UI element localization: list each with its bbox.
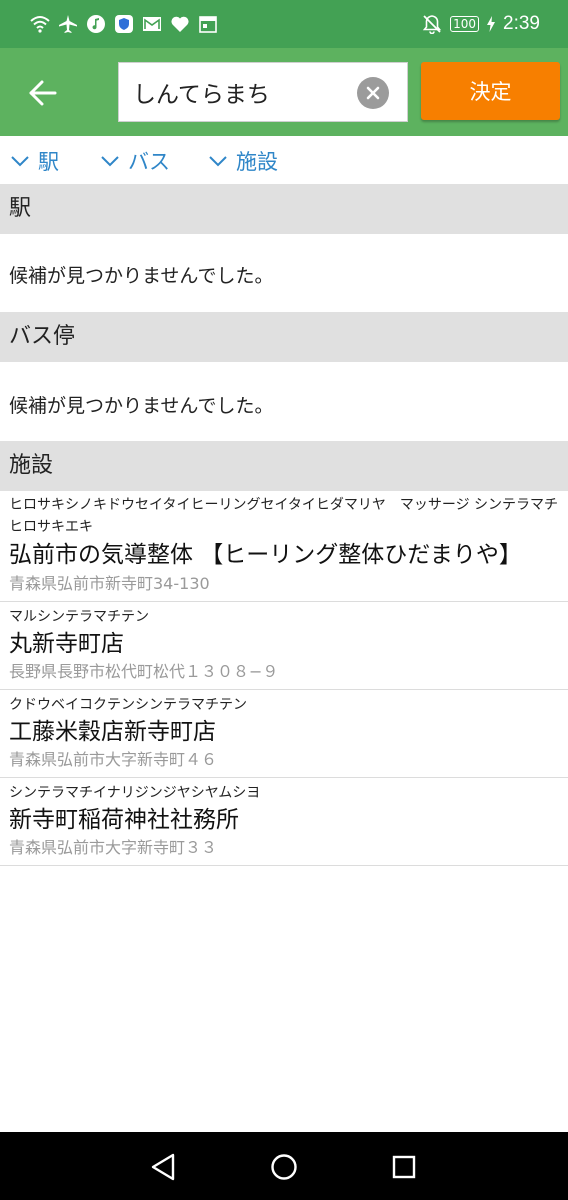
bell-off-icon bbox=[422, 15, 442, 34]
facility-name: 工藤米穀店新寺町店 bbox=[9, 719, 216, 745]
nav-back-button[interactable] bbox=[146, 1150, 180, 1184]
clock: 2:39 bbox=[503, 13, 540, 34]
facility-name: 丸新寺町店 bbox=[9, 631, 124, 657]
clear-circle-icon bbox=[366, 86, 380, 100]
chevron-down-icon bbox=[101, 156, 119, 167]
system-nav-bar bbox=[0, 1132, 568, 1200]
filter-tab-bus[interactable]: バス bbox=[100, 146, 170, 176]
recents-square-icon bbox=[392, 1155, 416, 1179]
facility-name: 新寺町稲荷神社社務所 bbox=[9, 807, 239, 833]
facility-list: ヒロサキシノキドウセイタイヒーリングセイタイヒダマリヤ マッサージ シンテラマチ… bbox=[0, 490, 568, 866]
music-icon bbox=[87, 15, 105, 33]
filter-tab-facility[interactable]: 施設 bbox=[208, 146, 278, 176]
facility-address: 青森県弘前市新寺町34-130 bbox=[9, 574, 210, 593]
arrow-left-icon bbox=[29, 80, 57, 106]
clear-search-button[interactable] bbox=[357, 77, 389, 109]
home-circle-icon bbox=[271, 1154, 297, 1180]
status-icons-right: 100 2:39 bbox=[422, 13, 540, 35]
list-item[interactable]: マルシンテラマチテン 丸新寺町店 長野県長野市松代町松代１３０８−９ bbox=[0, 602, 568, 690]
wifi-icon bbox=[30, 16, 50, 33]
app-bar: 決定 bbox=[0, 48, 568, 136]
list-item[interactable]: クドウベイコクテンシンテラマチテン 工藤米穀店新寺町店 青森県弘前市大字新寺町４… bbox=[0, 690, 568, 778]
section-header-facility: 施設 bbox=[0, 441, 568, 491]
section-header-bus: バス停 bbox=[0, 312, 568, 362]
facility-kana: マルシンテラマチテン bbox=[9, 609, 149, 625]
search-input[interactable] bbox=[119, 63, 353, 121]
mail-icon bbox=[143, 17, 161, 31]
search-box bbox=[118, 62, 408, 122]
facility-name: 弘前市の気導整体 【ヒーリング整体ひだまりや】 bbox=[9, 542, 522, 568]
bus-empty-message: 候補が見つかりませんでした。 bbox=[9, 395, 274, 417]
filter-tabs: 駅 バス 施設 bbox=[0, 136, 568, 184]
filter-tab-label: 施設 bbox=[236, 150, 278, 174]
heart-icon bbox=[171, 16, 189, 32]
status-bar: 100 2:39 bbox=[0, 0, 568, 48]
nav-recents-button[interactable] bbox=[387, 1150, 421, 1184]
filter-tab-station[interactable]: 駅 bbox=[10, 146, 59, 176]
facility-address: 長野県長野市松代町松代１３０８−９ bbox=[9, 662, 279, 681]
station-empty-message: 候補が見つかりませんでした。 bbox=[9, 265, 274, 287]
chevron-down-icon bbox=[209, 156, 227, 167]
list-item[interactable]: シンテラマチイナリジンジヤシヤムシヨ 新寺町稲荷神社社務所 青森県弘前市大字新寺… bbox=[0, 778, 568, 866]
facility-kana: クドウベイコクテンシンテラマチテン bbox=[9, 697, 247, 713]
filter-tab-label: 駅 bbox=[38, 150, 59, 174]
section-header-station: 駅 bbox=[0, 184, 568, 234]
back-button[interactable] bbox=[20, 70, 66, 116]
calendar-icon bbox=[199, 16, 217, 33]
back-triangle-icon bbox=[151, 1153, 175, 1181]
status-icons-left bbox=[30, 14, 218, 34]
decide-button[interactable]: 決定 bbox=[421, 62, 560, 120]
facility-address: 青森県弘前市大字新寺町４６ bbox=[9, 750, 218, 769]
shield-icon bbox=[115, 15, 133, 33]
facility-address: 青森県弘前市大字新寺町３３ bbox=[9, 838, 218, 857]
battery-indicator: 100 bbox=[450, 16, 480, 32]
chevron-down-icon bbox=[11, 156, 29, 167]
filter-tab-label: バス bbox=[128, 150, 170, 174]
airplane-icon bbox=[59, 15, 77, 33]
facility-kana: シンテラマチイナリジンジヤシヤムシヨ bbox=[9, 785, 261, 801]
facility-kana: ヒロサキシノキドウセイタイヒーリングセイタイヒダマリヤ マッサージ シンテラマチ… bbox=[9, 497, 568, 535]
charging-bolt-icon bbox=[487, 16, 496, 32]
nav-home-button[interactable] bbox=[267, 1150, 301, 1184]
list-item[interactable]: ヒロサキシノキドウセイタイヒーリングセイタイヒダマリヤ マッサージ シンテラマチ… bbox=[0, 490, 568, 602]
